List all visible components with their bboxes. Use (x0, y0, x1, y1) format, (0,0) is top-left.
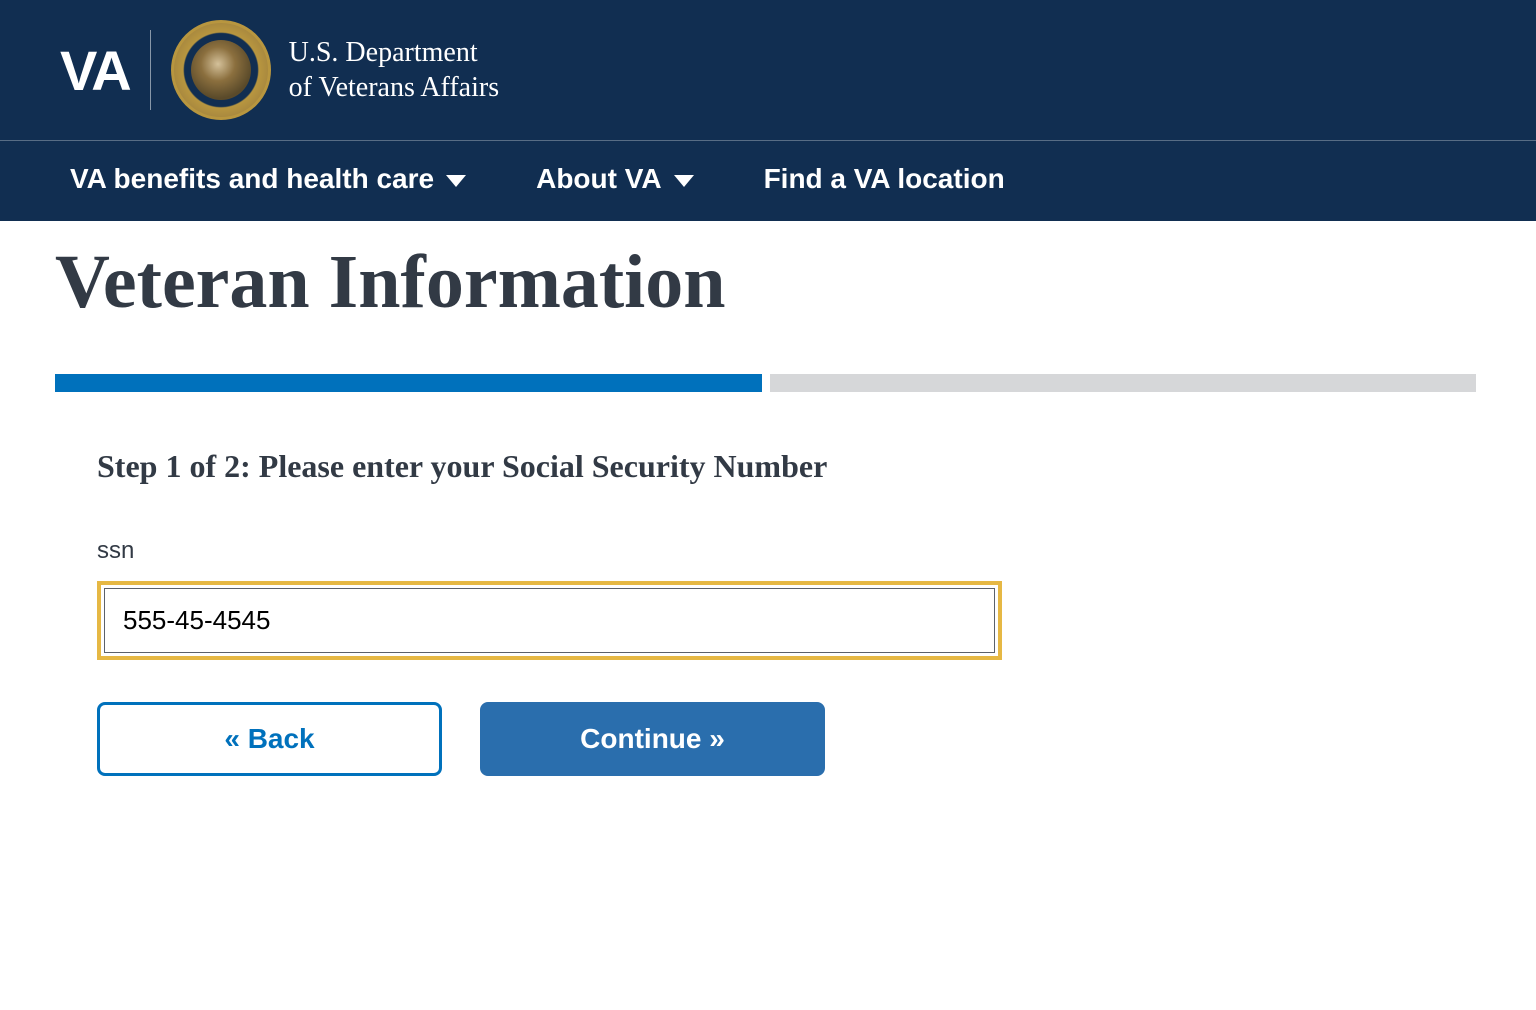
progress-segment-2 (770, 374, 1477, 392)
continue-button[interactable]: Continue » (480, 702, 825, 776)
nav-label: About VA (536, 163, 661, 195)
main-content: Veteran Information Step 1 of 2: Please … (0, 221, 1536, 816)
nav-label: VA benefits and health care (70, 163, 434, 195)
site-header: VA U.S. Department of Veterans Affairs V… (0, 0, 1536, 221)
nav-label: Find a VA location (764, 163, 1005, 195)
progress-segment-1 (55, 374, 762, 392)
va-logo: VA (60, 38, 130, 103)
step-heading: Step 1 of 2: Please enter your Social Se… (97, 448, 1055, 485)
ssn-input[interactable] (104, 588, 995, 653)
progress-bar (55, 374, 1476, 392)
department-name-line2: of Veterans Affairs (289, 70, 499, 105)
department-name: U.S. Department of Veterans Affairs (289, 35, 499, 105)
chevron-down-icon (446, 175, 466, 187)
chevron-down-icon (674, 175, 694, 187)
page-title: Veteran Information (55, 239, 1476, 326)
back-button[interactable]: « Back (97, 702, 442, 776)
primary-nav: VA benefits and health care About VA Fin… (0, 141, 1536, 221)
nav-item-benefits[interactable]: VA benefits and health care (70, 163, 466, 195)
header-divider (150, 30, 151, 110)
header-brand-row: VA U.S. Department of Veterans Affairs (0, 0, 1536, 141)
ssn-label: ssn (97, 537, 1055, 565)
nav-item-about[interactable]: About VA (536, 163, 693, 195)
button-row: « Back Continue » (97, 702, 1055, 776)
nav-item-find-location[interactable]: Find a VA location (764, 163, 1005, 195)
form-area: Step 1 of 2: Please enter your Social Se… (55, 448, 1055, 776)
ssn-input-wrapper (97, 581, 1002, 660)
va-seal-icon (171, 20, 271, 120)
department-name-line1: U.S. Department (289, 35, 499, 70)
